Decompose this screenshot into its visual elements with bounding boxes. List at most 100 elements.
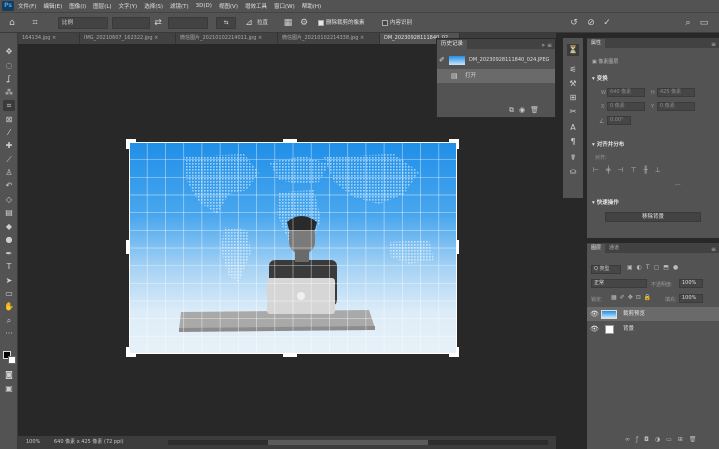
link-icon[interactable]: ∞ <box>625 436 636 443</box>
crop-handle-tr[interactable] <box>456 139 459 149</box>
crop-handle-bl[interactable] <box>126 347 129 357</box>
layer-row-crop-preview[interactable]: 👁 裁剪预览 <box>587 307 719 321</box>
marquee-tool-icon[interactable]: ◌ <box>3 60 15 71</box>
channels-tab[interactable]: 通道 <box>605 244 623 253</box>
quick-select-tool-icon[interactable]: ⁂ <box>3 87 15 98</box>
filter-adjust-icon[interactable]: ◐ <box>637 264 646 271</box>
doc-tab[interactable]: IMG_20210607_162322.jpg × <box>80 33 176 44</box>
document-info[interactable]: 640 像素 x 425 像素 (72 ppi) <box>54 436 124 449</box>
cancel-icon[interactable]: ⊘ <box>585 17 597 29</box>
eraser-tool-icon[interactable]: ◇ <box>3 194 15 205</box>
swap-icon[interactable]: ⇄ <box>152 17 164 29</box>
lock-paint-icon[interactable]: ✐ <box>620 294 628 301</box>
crop-handle-br[interactable] <box>456 347 459 357</box>
transform-section[interactable]: ▾ 变换 <box>592 74 608 82</box>
crop-handle-top[interactable] <box>283 139 297 142</box>
shape-tool-icon[interactable]: ▭ <box>3 288 15 299</box>
move-tool-icon[interactable]: ✥ <box>3 46 15 57</box>
menu-window[interactable]: 窗口(W) <box>274 2 295 10</box>
reset-icon[interactable]: ↺ <box>568 17 580 29</box>
adjust-icon[interactable]: ⚟ <box>567 64 579 76</box>
align-center-icon[interactable]: ╪ <box>606 166 617 174</box>
align-right-icon[interactable]: ⊣ <box>617 166 630 174</box>
menu-3d[interactable]: 3D(D) <box>196 3 212 9</box>
filter-smart-icon[interactable]: ⬒ <box>663 264 673 271</box>
menu-image[interactable]: 图像(I) <box>69 2 86 10</box>
path-select-icon[interactable]: ➤ <box>3 275 15 286</box>
menu-layer[interactable]: 图层(L) <box>93 2 111 10</box>
filter-pixel-icon[interactable]: ▣ <box>627 264 637 271</box>
content-aware-checkbox[interactable] <box>382 19 388 26</box>
character-icon[interactable]: A <box>567 122 579 134</box>
paragraph-icon[interactable]: ¶ <box>567 136 579 148</box>
delete-cropped-option[interactable]: 删除裁剪的像素 <box>318 17 365 29</box>
filter-type-icon[interactable]: T <box>646 264 654 271</box>
history-brush-icon[interactable]: ↶ <box>3 180 15 191</box>
zoom-tool-icon[interactable]: ⌕ <box>3 315 15 326</box>
frame-tool-icon[interactable]: ⊠ <box>3 114 15 125</box>
history-tab[interactable]: 历史记录 <box>437 40 468 49</box>
lock-artboard-icon[interactable]: ⊡ <box>636 294 644 301</box>
menu-file[interactable]: 文件(F) <box>18 2 36 10</box>
lock-move-icon[interactable]: ✥ <box>628 294 636 301</box>
filter-shape-icon[interactable]: ▢ <box>654 264 664 271</box>
fill-field[interactable]: 100% <box>679 294 703 303</box>
stamp-tool-icon[interactable]: ♙ <box>3 167 15 178</box>
doc-tab[interactable]: 164134.jpg × <box>18 33 80 44</box>
eyedropper-tool-icon[interactable]: ⁄ <box>3 127 15 138</box>
overlay-grid-icon[interactable]: ▦ <box>282 17 294 29</box>
crop-tool-icon[interactable]: ⌗ <box>3 100 15 111</box>
ratio-width-input[interactable] <box>112 17 150 29</box>
settings-gear-icon[interactable]: ⚙ <box>298 17 310 29</box>
healing-tool-icon[interactable]: ✚ <box>3 140 15 151</box>
filter-toggle-icon[interactable]: ● <box>673 264 682 271</box>
menu-filter[interactable]: 滤镜(T) <box>170 2 189 10</box>
crop-handle-tl[interactable] <box>126 139 129 149</box>
lock-pixels-icon[interactable]: ▦ <box>611 294 620 301</box>
ratio-select[interactable]: 比例 <box>58 17 108 29</box>
lasso-tool-icon[interactable]: ʆ <box>3 73 15 84</box>
crop-handle-left[interactable] <box>126 240 129 254</box>
layers-tab[interactable]: 图层 <box>587 244 606 253</box>
width-field[interactable]: 640 像素 <box>607 88 645 97</box>
new-document-icon[interactable]: ⧉ <box>509 106 519 114</box>
new-layer-icon[interactable]: ⊞ <box>678 436 689 443</box>
remove-background-button[interactable]: 移除背景 <box>605 212 701 222</box>
menu-select[interactable]: 选择(S) <box>144 2 163 10</box>
delete-layer-icon[interactable]: 🗑 <box>689 436 703 443</box>
content-aware-option[interactable]: 内容识别 <box>382 17 412 29</box>
home-icon[interactable]: ⌂ <box>6 17 18 29</box>
mask-icon[interactable]: ◘ <box>644 436 655 443</box>
align-top-icon[interactable]: ⊤ <box>630 166 643 174</box>
align-left-icon[interactable]: ⊢ <box>593 166 606 174</box>
align-middle-icon[interactable]: ╫ <box>644 166 655 174</box>
scrollbar-thumb[interactable] <box>268 440 428 445</box>
visibility-eye-icon[interactable]: 👁 <box>590 322 599 336</box>
ratio-height-input[interactable] <box>168 17 208 29</box>
menu-help[interactable]: 帮助(H) <box>302 2 321 10</box>
history-step[interactable]: ▤ 打开 <box>437 69 555 83</box>
tool-presets-icon[interactable]: ⚒ <box>567 78 579 90</box>
history-snapshot[interactable]: ✐ DM_20230928111840_024.JPEG <box>437 53 555 67</box>
type-tool-icon[interactable]: T <box>3 261 15 272</box>
opacity-field[interactable]: 100% <box>679 279 703 288</box>
straighten-icon[interactable]: ⊿ <box>243 17 255 29</box>
lock-all-icon[interactable]: 🔒 <box>644 294 654 301</box>
pen-tool-icon[interactable]: ✒ <box>3 248 15 259</box>
quick-actions-section[interactable]: ▾ 快速操作 <box>592 198 619 206</box>
blur-tool-icon[interactable]: ◆ <box>3 221 15 232</box>
blend-mode-select[interactable]: 正常 <box>591 279 647 288</box>
search-icon[interactable]: ⌕ <box>682 17 694 29</box>
group-folder-icon[interactable]: ▭ <box>666 436 678 443</box>
doc-tab[interactable]: 微信图片_20210102214011.jpg × <box>176 33 278 44</box>
x-field[interactable]: 0 像素 <box>607 102 645 111</box>
swatches-icon[interactable]: ✂ <box>567 106 579 118</box>
more-tools-icon[interactable]: ··· <box>3 328 15 339</box>
horizontal-scrollbar[interactable] <box>168 440 548 445</box>
commit-check-icon[interactable]: ✓ <box>601 17 613 29</box>
brush-settings-icon[interactable]: ☤ <box>567 152 579 164</box>
panel-menu-icon[interactable]: ≡ <box>711 41 719 48</box>
crop-tool-preset-icon[interactable]: ⌗ <box>28 17 42 29</box>
menu-type[interactable]: 文字(Y) <box>119 2 138 10</box>
document-image[interactable] <box>129 142 457 354</box>
